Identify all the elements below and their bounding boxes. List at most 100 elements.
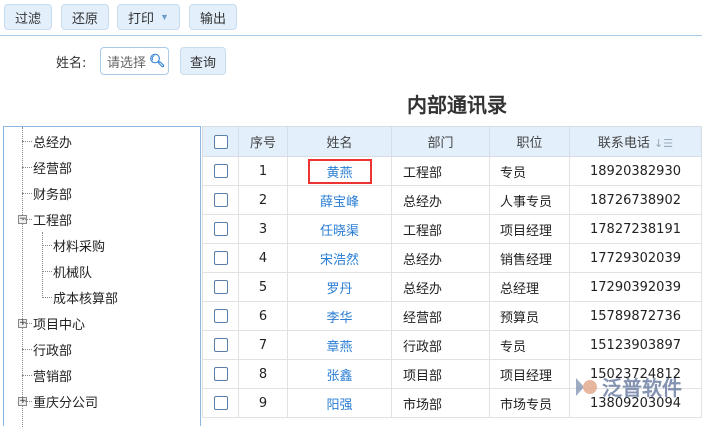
name-link[interactable]: 任晓渠 bbox=[320, 224, 359, 239]
cell-name[interactable]: 任晓渠 bbox=[287, 214, 392, 244]
table-row[interactable]: 2 薛宝峰 总经办 人事专员 18726738902 bbox=[202, 185, 702, 215]
col-dept[interactable]: 部门 bbox=[391, 126, 490, 157]
name-link[interactable]: 章燕 bbox=[326, 340, 352, 355]
tree-node[interactable]: 项目中心 bbox=[22, 313, 85, 333]
row-select[interactable] bbox=[202, 156, 239, 186]
tree-connector bbox=[22, 166, 32, 168]
name-select-input[interactable]: 请选择 🔍︎ bbox=[100, 47, 169, 75]
row-checkbox[interactable] bbox=[213, 164, 228, 178]
row-select[interactable] bbox=[202, 330, 239, 360]
col-phone-label: 联系电话 bbox=[597, 136, 650, 151]
row-select[interactable] bbox=[202, 388, 239, 418]
cell-phone: 17827238191 bbox=[569, 214, 702, 244]
table-row[interactable]: 3 任晓渠 工程部 项目经理 17827238191 bbox=[202, 214, 702, 244]
logo-icon bbox=[576, 377, 597, 396]
select-all-header[interactable] bbox=[202, 126, 239, 157]
cell-index: 2 bbox=[238, 185, 288, 215]
cell-dept: 行政部 bbox=[391, 330, 490, 360]
row-checkbox[interactable] bbox=[213, 396, 228, 410]
name-link[interactable]: 张鑫 bbox=[326, 369, 352, 384]
col-phone[interactable]: 联系电话 ↓☰ bbox=[569, 126, 702, 157]
row-select[interactable] bbox=[202, 272, 239, 302]
row-checkbox[interactable] bbox=[213, 222, 228, 236]
row-select[interactable] bbox=[202, 185, 239, 215]
cell-dept: 市场部 bbox=[391, 388, 490, 418]
select-all-checkbox[interactable] bbox=[213, 134, 228, 149]
cell-phone: 17290392039 bbox=[569, 272, 702, 302]
name-link[interactable]: 罗丹 bbox=[326, 282, 352, 297]
cell-index: 6 bbox=[238, 301, 288, 331]
cell-name[interactable]: 阳强 bbox=[287, 388, 392, 418]
tree-node-label: 材料采购 bbox=[53, 239, 106, 255]
cell-name[interactable]: 宋浩然 bbox=[287, 243, 392, 273]
name-link[interactable]: 薛宝峰 bbox=[320, 195, 359, 210]
tree-connector bbox=[22, 322, 32, 324]
cell-name[interactable]: 薛宝峰 bbox=[287, 185, 392, 215]
cell-name[interactable]: 罗丹 bbox=[287, 272, 392, 302]
caret-down-icon: ▼ bbox=[160, 12, 169, 22]
name-link[interactable]: 宋浩然 bbox=[320, 253, 359, 268]
row-checkbox[interactable] bbox=[213, 309, 228, 323]
tree-node[interactable]: 行政部 bbox=[22, 339, 72, 359]
watermark-logo: 泛普软件 bbox=[572, 372, 682, 401]
query-button[interactable]: 查询 bbox=[180, 47, 226, 75]
cell-dept: 项目部 bbox=[391, 359, 490, 389]
table-row[interactable]: 7 章燕 行政部 专员 15123903897 bbox=[202, 330, 702, 360]
row-select[interactable] bbox=[202, 301, 239, 331]
row-select[interactable] bbox=[202, 214, 239, 244]
sort-icon[interactable]: ↓☰ bbox=[654, 137, 673, 150]
cell-index: 1 bbox=[238, 156, 288, 186]
tree-node[interactable]: 重庆分公司 bbox=[22, 391, 98, 411]
cell-position: 项目经理 bbox=[489, 214, 570, 244]
tree-node[interactable]: 工程部 bbox=[22, 209, 72, 229]
tree-node[interactable]: 成本核算部 bbox=[42, 287, 118, 307]
col-position[interactable]: 职位 bbox=[489, 126, 570, 157]
cell-name[interactable]: 李华 bbox=[287, 301, 392, 331]
tree-node-label: 项目中心 bbox=[33, 317, 86, 333]
cell-position: 市场专员 bbox=[489, 388, 570, 418]
row-checkbox[interactable] bbox=[213, 367, 228, 381]
table-row[interactable]: 5 罗丹 总经办 总经理 17290392039 bbox=[202, 272, 702, 302]
row-checkbox[interactable] bbox=[213, 338, 228, 352]
cell-name[interactable]: 黄燕 bbox=[287, 156, 392, 186]
tree-node[interactable]: 总经办 bbox=[22, 131, 72, 151]
cell-name[interactable]: 张鑫 bbox=[287, 359, 392, 389]
filter-button[interactable]: 过滤 bbox=[4, 4, 52, 30]
tree-connector bbox=[42, 296, 52, 298]
cell-name[interactable]: 章燕 bbox=[287, 330, 392, 360]
cell-index: 3 bbox=[238, 214, 288, 244]
tree-node[interactable]: 经营部 bbox=[22, 157, 72, 177]
row-checkbox[interactable] bbox=[213, 280, 228, 294]
name-link[interactable]: 李华 bbox=[326, 311, 352, 326]
name-link[interactable]: 阳强 bbox=[326, 398, 352, 413]
row-checkbox[interactable] bbox=[213, 193, 228, 207]
print-button[interactable]: 打印 ▼ bbox=[117, 4, 180, 30]
search-icon[interactable]: 🔍︎ bbox=[149, 54, 166, 69]
cell-position: 总经理 bbox=[489, 272, 570, 302]
department-tree: 总经办 经营部 财务部 − 工程部 材料采购 机械队 成本核算部 + 项目中心 行政部 营销部 + 重庆分… bbox=[3, 126, 201, 427]
cell-position: 人事专员 bbox=[489, 185, 570, 215]
row-select[interactable] bbox=[202, 243, 239, 273]
row-select[interactable] bbox=[202, 359, 239, 389]
reset-button[interactable]: 还原 bbox=[61, 4, 109, 30]
table-row[interactable]: 4 宋浩然 总经办 销售经理 17729302039 bbox=[202, 243, 702, 273]
tree-node-label: 行政部 bbox=[33, 343, 73, 359]
tree-node-label: 重庆分公司 bbox=[33, 395, 99, 411]
table-row[interactable]: 6 李华 经营部 预算员 15789872736 bbox=[202, 301, 702, 331]
tree-node[interactable]: 财务部 bbox=[22, 183, 72, 203]
print-label: 打印 bbox=[128, 10, 155, 26]
export-button[interactable]: 输出 bbox=[189, 4, 237, 30]
tree-node[interactable]: 机械队 bbox=[42, 261, 92, 281]
cell-position: 预算员 bbox=[489, 301, 570, 331]
tree-node[interactable]: 营销部 bbox=[22, 365, 72, 385]
table-row[interactable]: 1 黄燕 工程部 专员 18920382930 bbox=[202, 156, 702, 186]
name-link[interactable]: 黄燕 bbox=[307, 158, 372, 184]
col-name[interactable]: 姓名 bbox=[287, 126, 392, 157]
row-checkbox[interactable] bbox=[213, 251, 228, 265]
tree-node[interactable]: 材料采购 bbox=[42, 235, 105, 255]
toolbar-divider bbox=[0, 35, 702, 36]
cell-dept: 工程部 bbox=[391, 214, 490, 244]
cell-position: 专员 bbox=[489, 330, 570, 360]
cell-index: 7 bbox=[238, 330, 288, 360]
tree-connector bbox=[22, 192, 32, 194]
